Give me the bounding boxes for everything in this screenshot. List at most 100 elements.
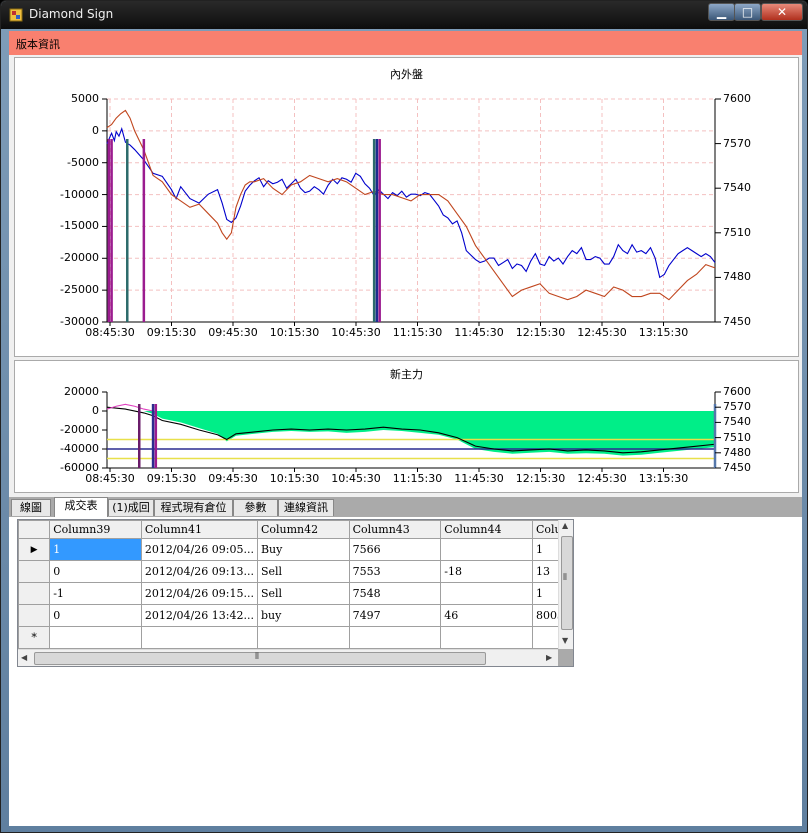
tab-strip: 線圖 成交表 (1)成回 程式現有倉位 參數 連線資訊 [9, 497, 802, 517]
scroll-up-button[interactable]: ▲ [562, 521, 568, 530]
row-header[interactable] [18, 604, 51, 627]
menu-bar: 版本資訊 [9, 31, 802, 55]
table-cell[interactable] [440, 582, 533, 605]
row-header[interactable] [18, 560, 51, 583]
y-right-tick-label: 7540 [723, 415, 751, 429]
row-header-corner[interactable] [18, 520, 51, 539]
trades-grid[interactable]: Column39 Column41 Column42 Column43 Colu… [17, 519, 574, 667]
table-cell[interactable]: 2012/04/26 13:42... [140, 604, 258, 627]
y-right-tick-label: 7600 [723, 385, 751, 398]
column-header[interactable]: Column42 [256, 520, 350, 539]
app-icon [9, 8, 23, 22]
y-right-tick-label: 7450 [723, 315, 751, 328]
close-button[interactable]: ✕ [761, 3, 803, 21]
column-header[interactable]: Column41 [140, 520, 258, 539]
table-cell[interactable]: Sell [256, 582, 350, 605]
table-cell[interactable]: buy [256, 604, 350, 627]
vertical-scroll-thumb[interactable]: ⦀ [561, 536, 573, 630]
table-cell[interactable]: -1 [49, 582, 142, 605]
table-row[interactable]: -1 2012/04/26 09:15... Sell 7548 1 [18, 582, 573, 605]
tab-trades[interactable]: 成交表 [54, 497, 108, 517]
main-window: Diamond Sign ▁ □ ✕ 版本資訊 內外盤 5000 0 -5000 -1… [0, 0, 808, 833]
column-header[interactable]: Column39 [49, 520, 142, 539]
chart-plot [102, 98, 721, 326]
table-cell[interactable]: Sell [256, 560, 350, 583]
chart-inner-outer: 內外盤 5000 0 -5000 -10000 -15000 -20000 -25000 -3… [14, 57, 799, 357]
scroll-right-button[interactable]: ▶ [546, 653, 552, 662]
window-title: Diamond Sign [29, 7, 114, 21]
table-cell[interactable] [440, 538, 533, 561]
new-row-header[interactable]: * [18, 626, 51, 649]
column-header[interactable]: Column44 [440, 520, 533, 539]
title-bar[interactable]: Diamond Sign ▁ □ ✕ [1, 1, 807, 29]
x-tick-label: 13:15:30 [638, 326, 689, 339]
y-left-tick-label: -15000 [60, 219, 99, 233]
row-header[interactable]: ▶ [18, 538, 51, 561]
maximize-button[interactable]: □ [734, 3, 761, 21]
table-cell[interactable]: 46 [440, 604, 533, 627]
x-tick-label: 08:45:30 [85, 326, 135, 339]
y-right-tick-label: 7480 [723, 445, 751, 459]
minimize-button[interactable]: ▁ [708, 3, 735, 21]
scroll-down-button[interactable]: ▼ [562, 636, 568, 645]
horizontal-scroll-thumb[interactable]: ⦀ [34, 652, 486, 665]
table-cell[interactable] [348, 626, 442, 649]
table-row[interactable]: 0 2012/04/26 13:42... buy 7497 46 8003 [18, 604, 573, 627]
trades-table: Column39 Column41 Column42 Column43 Colu… [18, 520, 573, 649]
table-cell[interactable]: 7553 [348, 560, 442, 583]
table-cell[interactable] [49, 626, 142, 649]
y-left-tick-label: -20000 [60, 423, 99, 436]
table-cell[interactable] [140, 626, 258, 649]
y-right-tick-label: 7570 [723, 400, 751, 414]
scroll-left-button[interactable]: ◀ [21, 653, 27, 662]
y-left-tick-label: -40000 [60, 442, 99, 455]
tab-connection-info[interactable]: 連線資訊 [278, 499, 334, 516]
x-tick-label: 12:45:30 [577, 326, 627, 339]
tab-parameters[interactable]: 參數 [233, 499, 278, 516]
x-tick-label: 09:15:30 [146, 472, 197, 485]
y-left-tick-label: 0 [92, 404, 99, 417]
chart-new-main-force: 新主力 20000 0 -20000 -40000 -60000 7600 7570 7540… [14, 360, 799, 493]
table-header-row: Column39 Column41 Column42 Column43 Colu… [18, 520, 573, 539]
vertical-scrollbar[interactable]: ▲ ⦀ ▼ [558, 520, 573, 649]
menu-version-info[interactable]: 版本資訊 [16, 36, 60, 52]
table-cell[interactable] [440, 626, 533, 649]
x-tick-label: 09:15:30 [146, 326, 197, 339]
horizontal-scrollbar[interactable]: ◀ ⦀ ▶ [18, 649, 558, 666]
table-cell[interactable]: 0 [49, 560, 142, 583]
y-left-tick-label: 0 [92, 123, 99, 137]
table-row[interactable]: ▶ 1 2012/04/26 09:05... Buy 7566 1 [18, 538, 573, 561]
y-right-tick-label: 7540 [723, 181, 751, 195]
tab-chart[interactable]: 線圖 [11, 499, 51, 516]
y-right-tick-label: 7510 [723, 225, 751, 239]
table-cell[interactable]: 2012/04/26 09:13... [140, 560, 258, 583]
table-cell[interactable]: -18 [440, 560, 533, 583]
x-tick-label: 12:15:30 [515, 472, 566, 485]
table-cell[interactable] [256, 626, 350, 649]
row-header[interactable] [18, 582, 51, 605]
y-right-tick-label: 7600 [723, 92, 751, 105]
table-cell[interactable]: 7566 [348, 538, 442, 561]
y-right-tick-label: 7570 [723, 136, 751, 150]
x-tick-label: 09:45:30 [208, 326, 258, 339]
table-cell[interactable]: 7497 [348, 604, 442, 627]
series-line [106, 109, 716, 301]
x-tick-label: 12:15:30 [515, 326, 566, 339]
table-cell[interactable]: 2012/04/26 09:05... [140, 538, 258, 561]
table-cell[interactable]: Buy [256, 538, 350, 561]
tab-positions[interactable]: 程式現有倉位 [154, 499, 233, 516]
table-cell[interactable]: 1 [49, 538, 142, 561]
scroll-grip-icon: ⦀ [563, 573, 567, 583]
table-cell[interactable]: 0 [49, 604, 142, 627]
x-tick-label: 11:15:30 [392, 472, 443, 485]
y-left-tick-label: -10000 [60, 187, 99, 201]
column-header[interactable]: Column43 [348, 520, 442, 539]
tab-returns[interactable]: (1)成回 [108, 499, 154, 516]
table-cell[interactable]: 2012/04/26 09:15... [140, 582, 258, 605]
chart-title: 內外盤 [390, 68, 423, 81]
y-right-tick-label: 7480 [723, 270, 751, 284]
table-row[interactable]: 0 2012/04/26 09:13... Sell 7553 -18 13 [18, 560, 573, 583]
new-row[interactable]: * [18, 626, 573, 649]
x-tick-label: 12:45:30 [577, 472, 627, 485]
table-cell[interactable]: 7548 [348, 582, 442, 605]
